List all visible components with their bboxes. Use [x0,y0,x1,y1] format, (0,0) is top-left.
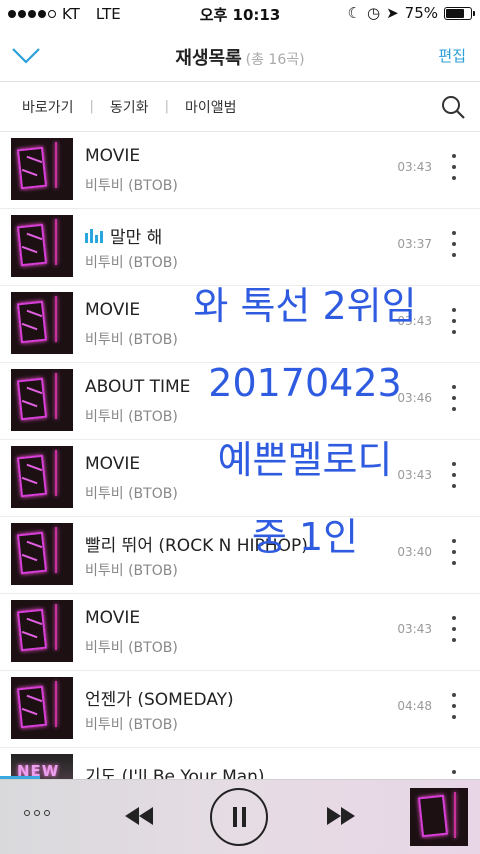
song-title-row: 말만 해 [85,223,162,248]
page-title: 재생목록 [175,48,242,69]
album-art [11,677,73,739]
album-art [11,215,73,277]
song-title-row: 빨리 뛰어 (ROCK N HIPHOP) [85,531,308,556]
playlist: MOVIE 비투비 (BTOB) 03:43 말만 해 비투비 (BTOB) 0… [0,132,480,825]
song-duration: 03:43 [397,160,432,174]
page-title-wrap: 재생목록 (총 16곡) [0,44,480,70]
my-album-button[interactable]: 마이앨범 [185,97,237,117]
more-options-icon[interactable] [448,308,460,334]
song-duration: 03:43 [397,622,432,636]
song-duration: 04:48 [397,699,432,713]
list-item[interactable]: ABOUT TIME 비투비 (BTOB) 03:46 [0,363,480,440]
song-title: 언젠가 (SOMEDAY) [85,690,234,710]
list-item[interactable]: MOVIE 비투비 (BTOB) 03:43 [0,132,480,209]
toolbar-separator: | [89,99,94,114]
battery-icon [444,6,475,20]
song-artist: 비투비 (BTOB) [85,717,178,733]
shortcut-button[interactable]: 바로가기 [22,97,74,117]
song-artist: 비투비 (BTOB) [85,486,178,502]
previous-icon[interactable] [124,806,154,826]
more-options-icon[interactable] [448,231,460,257]
song-artist: 비투비 (BTOB) [85,255,178,271]
song-title: 말만 해 [110,228,163,248]
toolbar: 바로가기 | 동기화 | 마이앨범 [0,82,480,132]
more-options-icon[interactable] [448,154,460,180]
edit-button[interactable]: 편집 [438,45,466,66]
more-options-icon[interactable] [448,693,460,719]
song-duration: 03:43 [397,314,432,328]
song-artist: 비투비 (BTOB) [85,409,178,425]
song-artist: 비투비 (BTOB) [85,563,178,579]
song-duration: 03:43 [397,468,432,482]
song-artist: 비투비 (BTOB) [85,332,178,348]
list-item[interactable]: MOVIE 비투비 (BTOB) 03:43 [0,440,480,517]
status-bar: KT LTE 오후 10:13 ☾ ◷ ➤ 75% [0,0,480,28]
song-duration: 03:40 [397,545,432,559]
album-art [11,523,73,585]
song-artist: 비투비 (BTOB) [85,178,178,194]
song-title-row: ABOUT TIME [85,377,190,397]
more-options-icon[interactable] [448,462,460,488]
album-art [11,369,73,431]
mini-player [0,779,480,854]
list-item[interactable]: MOVIE 비투비 (BTOB) 03:43 [0,594,480,671]
song-title-row: MOVIE [85,608,140,628]
song-title: ABOUT TIME [85,377,191,397]
song-title-row: MOVIE [85,146,140,166]
battery-percent: 75% [404,4,438,22]
more-menu-icon[interactable] [24,810,50,816]
list-item[interactable]: 언젠가 (SOMEDAY) 비투비 (BTOB) 04:48 [0,671,480,748]
album-art [11,138,73,200]
song-title: MOVIE [85,300,141,320]
more-options-icon[interactable] [448,539,460,565]
more-options-icon[interactable] [448,616,460,642]
status-right: ☾ ◷ ➤ 75% [347,4,475,22]
list-item[interactable]: MOVIE 비투비 (BTOB) 03:43 [0,286,480,363]
moon-icon: ☾ [347,4,361,22]
search-icon[interactable] [440,94,466,120]
album-art [11,600,73,662]
next-icon[interactable] [326,806,356,826]
list-item[interactable]: 말만 해 비투비 (BTOB) 03:37 [0,209,480,286]
now-playing-icon [85,228,103,243]
song-duration: 03:37 [397,237,432,251]
list-item[interactable]: 빨리 뛰어 (ROCK N HIPHOP) 비투비 (BTOB) 03:40 [0,517,480,594]
album-art [11,292,73,354]
more-options-icon[interactable] [448,385,460,411]
song-title: MOVIE [85,454,141,474]
toolbar-separator: | [164,99,169,114]
alarm-icon: ◷ [366,4,381,22]
pause-button[interactable] [210,788,268,846]
current-album-art[interactable] [410,788,468,846]
header: 재생목록 (총 16곡) 편집 [0,28,480,82]
song-title-row: MOVIE [85,454,140,474]
song-artist: 비투비 (BTOB) [85,640,178,656]
song-title-row: 언젠가 (SOMEDAY) [85,685,234,710]
song-title-row: MOVIE [85,300,140,320]
sync-button[interactable]: 동기화 [110,97,149,117]
song-title: MOVIE [85,608,141,628]
album-art [11,446,73,508]
location-icon: ➤ [386,4,399,22]
song-duration: 03:46 [397,391,432,405]
song-title: 빨리 뛰어 (ROCK N HIPHOP) [85,536,308,556]
song-count: (총 16곡) [245,52,305,68]
song-title: MOVIE [85,146,141,166]
